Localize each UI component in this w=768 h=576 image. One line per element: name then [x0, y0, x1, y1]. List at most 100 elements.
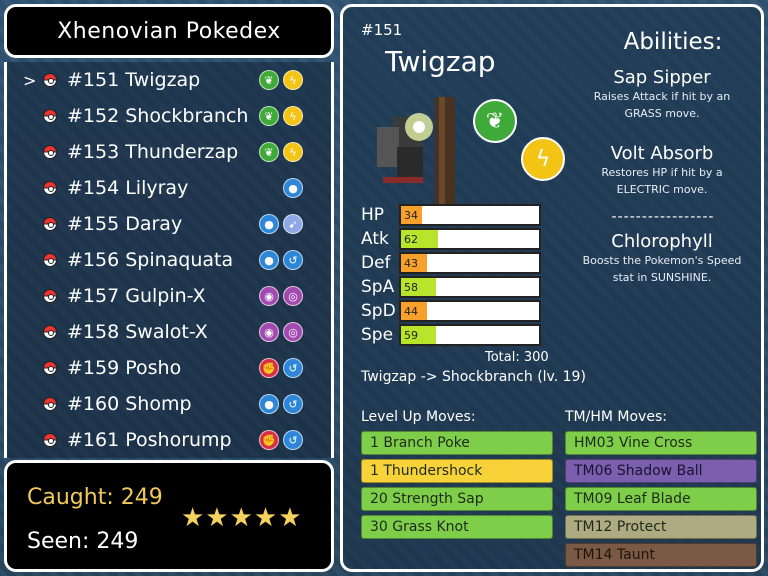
stat-value: 59: [404, 329, 418, 342]
selection-cursor: >: [23, 70, 37, 90]
stat-label: HP: [361, 205, 385, 225]
stat-label: Atk: [361, 229, 389, 249]
ability-desc: stat in SUNSHINE.: [612, 271, 712, 284]
list-item[interactable]: #153 Thunderzap ❦ ϟ: [7, 134, 331, 170]
type-icons: ❦ ϟ: [259, 142, 303, 162]
pokeball-icon: [43, 361, 57, 375]
list-item[interactable]: #157 Gulpin-X ◉ ◎: [7, 278, 331, 314]
water-drop-icon: ●: [259, 250, 279, 270]
list-item[interactable]: > #151 Twigzap ❦ ϟ: [7, 62, 331, 98]
stat-value: 62: [404, 233, 418, 246]
dex-counts-panel: Caught: 249 Seen: 249 ★★★★★: [4, 460, 334, 572]
stat-row: SpA 58: [361, 275, 541, 299]
stat-total: Total: 300: [485, 350, 549, 365]
pokeball-icon: [43, 217, 57, 231]
levelup-move[interactable]: 30 Grass Knot: [361, 515, 553, 539]
pokeball-icon: [43, 289, 57, 303]
list-item[interactable]: #156 Spinaquata ● ↺: [7, 242, 331, 278]
list-item[interactable]: #155 Daray ● ➹: [7, 206, 331, 242]
stat-bar: 44: [399, 300, 541, 322]
stat-row: Spe 59: [361, 323, 541, 347]
list-item-label: #157 Gulpin-X: [67, 285, 206, 307]
fist-icon: ✊: [259, 430, 279, 450]
ability-name: Sap Sipper: [613, 67, 711, 88]
poison-icon: ◉: [259, 286, 279, 306]
tm-move[interactable]: HM03 Vine Cross: [565, 431, 757, 455]
tm-moves-header: TM/HM Moves:: [565, 409, 667, 425]
list-item-label: #152 Shockbranch: [67, 105, 249, 127]
type-icons: ✊ ↺: [259, 430, 303, 450]
pokeball-icon: [43, 73, 57, 87]
stat-bar: 62: [399, 228, 541, 250]
stat-row: SpD 44: [361, 299, 541, 323]
water-swirl-icon: ↺: [283, 250, 303, 270]
list-item[interactable]: #159 Posho ✊ ↺: [7, 350, 331, 386]
pokemon-list[interactable]: > #151 Twigzap ❦ ϟ #152 Shockbranch ❦ ϟ #153 Th…: [4, 62, 334, 458]
type-icons: ●: [283, 178, 303, 198]
water-swirl-icon: ↺: [283, 358, 303, 378]
pokeball-icon: [43, 181, 57, 195]
stat-value: 44: [404, 305, 418, 318]
poison-icon: ◉: [259, 322, 279, 342]
tm-move[interactable]: TM12 Protect: [565, 515, 757, 539]
list-item[interactable]: #160 Shomp ● ↺: [7, 386, 331, 422]
tm-move[interactable]: TM09 Leaf Blade: [565, 487, 757, 511]
pokemon-number: #151: [361, 21, 403, 39]
list-item-label: #153 Thunderzap: [67, 141, 239, 163]
lightning-icon: ϟ: [283, 106, 303, 126]
list-item[interactable]: #154 Lilyray ●: [7, 170, 331, 206]
tm-move[interactable]: TM06 Shadow Ball: [565, 459, 757, 483]
leaf-icon: ❦: [259, 70, 279, 90]
list-item-label: #156 Spinaquata: [67, 249, 234, 271]
water-swirl-icon: ↺: [283, 430, 303, 450]
ability-desc: ELECTRIC move.: [616, 183, 708, 196]
levelup-move[interactable]: 1 Branch Poke: [361, 431, 553, 455]
leaf-icon: ❦: [259, 106, 279, 126]
water-drop-icon: ●: [259, 214, 279, 234]
stat-value: 34: [404, 209, 418, 222]
levelup-move[interactable]: 1 Thundershock: [361, 459, 553, 483]
type-icons: ◉ ◎: [259, 322, 303, 342]
pokeball-icon: [43, 145, 57, 159]
stat-label: Def: [361, 253, 391, 273]
leaf-icon: ❦: [259, 142, 279, 162]
stat-bar: 59: [399, 324, 541, 346]
ability-2: Volt Absorb Restores HP if hit by a ELEC…: [569, 143, 755, 198]
ability-1: Sap Sipper Raises Attack if hit by an GR…: [569, 67, 755, 122]
ability-name: Volt Absorb: [610, 143, 714, 164]
list-item-label: #154 Lilyray: [67, 177, 189, 199]
ability-name: Chlorophyll: [611, 231, 713, 252]
levelup-moves-header: Level Up Moves:: [361, 409, 476, 425]
stat-row: HP 34: [361, 203, 541, 227]
seen-count: Seen: 249: [27, 529, 139, 554]
type-icons: ● ↺: [259, 250, 303, 270]
list-item-label: #151 Twigzap: [67, 69, 201, 91]
ability-desc: Raises Attack if hit by an: [593, 90, 731, 103]
completion-stars: ★★★★★: [181, 503, 303, 533]
list-item-label: #159 Posho: [67, 357, 182, 379]
list-item[interactable]: #158 Swalot-X ◉ ◎: [7, 314, 331, 350]
fist-icon: ✊: [259, 358, 279, 378]
pokeball-icon: [43, 433, 57, 447]
stat-bar: 58: [399, 276, 541, 298]
ability-desc: Restores HP if hit by a: [601, 166, 723, 179]
type-icons: ✊ ↺: [259, 358, 303, 378]
stat-bar: 34: [399, 204, 541, 226]
lightning-icon: ϟ: [283, 70, 303, 90]
type-icons: ● ➹: [259, 214, 303, 234]
stat-row: Atk 62: [361, 227, 541, 251]
list-item-label: #155 Daray: [67, 213, 183, 235]
poison-bubble-icon: ◎: [283, 286, 303, 306]
stat-value: 43: [404, 257, 418, 270]
tm-move[interactable]: TM14 Taunt: [565, 543, 757, 567]
levelup-move[interactable]: 20 Strength Sap: [361, 487, 553, 511]
list-item[interactable]: #161 Poshorump ✊ ↺: [7, 422, 331, 458]
wing-icon: ➹: [283, 214, 303, 234]
caught-count: Caught: 249: [27, 485, 163, 510]
list-item[interactable]: #152 Shockbranch ❦ ϟ: [7, 98, 331, 134]
pokedex-title: Xhenovian Pokedex: [4, 4, 334, 58]
pokeball-icon: [43, 325, 57, 339]
pokeball-icon: [43, 253, 57, 267]
list-item-label: #158 Swalot-X: [67, 321, 208, 343]
pokemon-detail-panel: #151 Twigzap ❦ ϟ Abilities: Sap Sipper R…: [340, 4, 764, 572]
